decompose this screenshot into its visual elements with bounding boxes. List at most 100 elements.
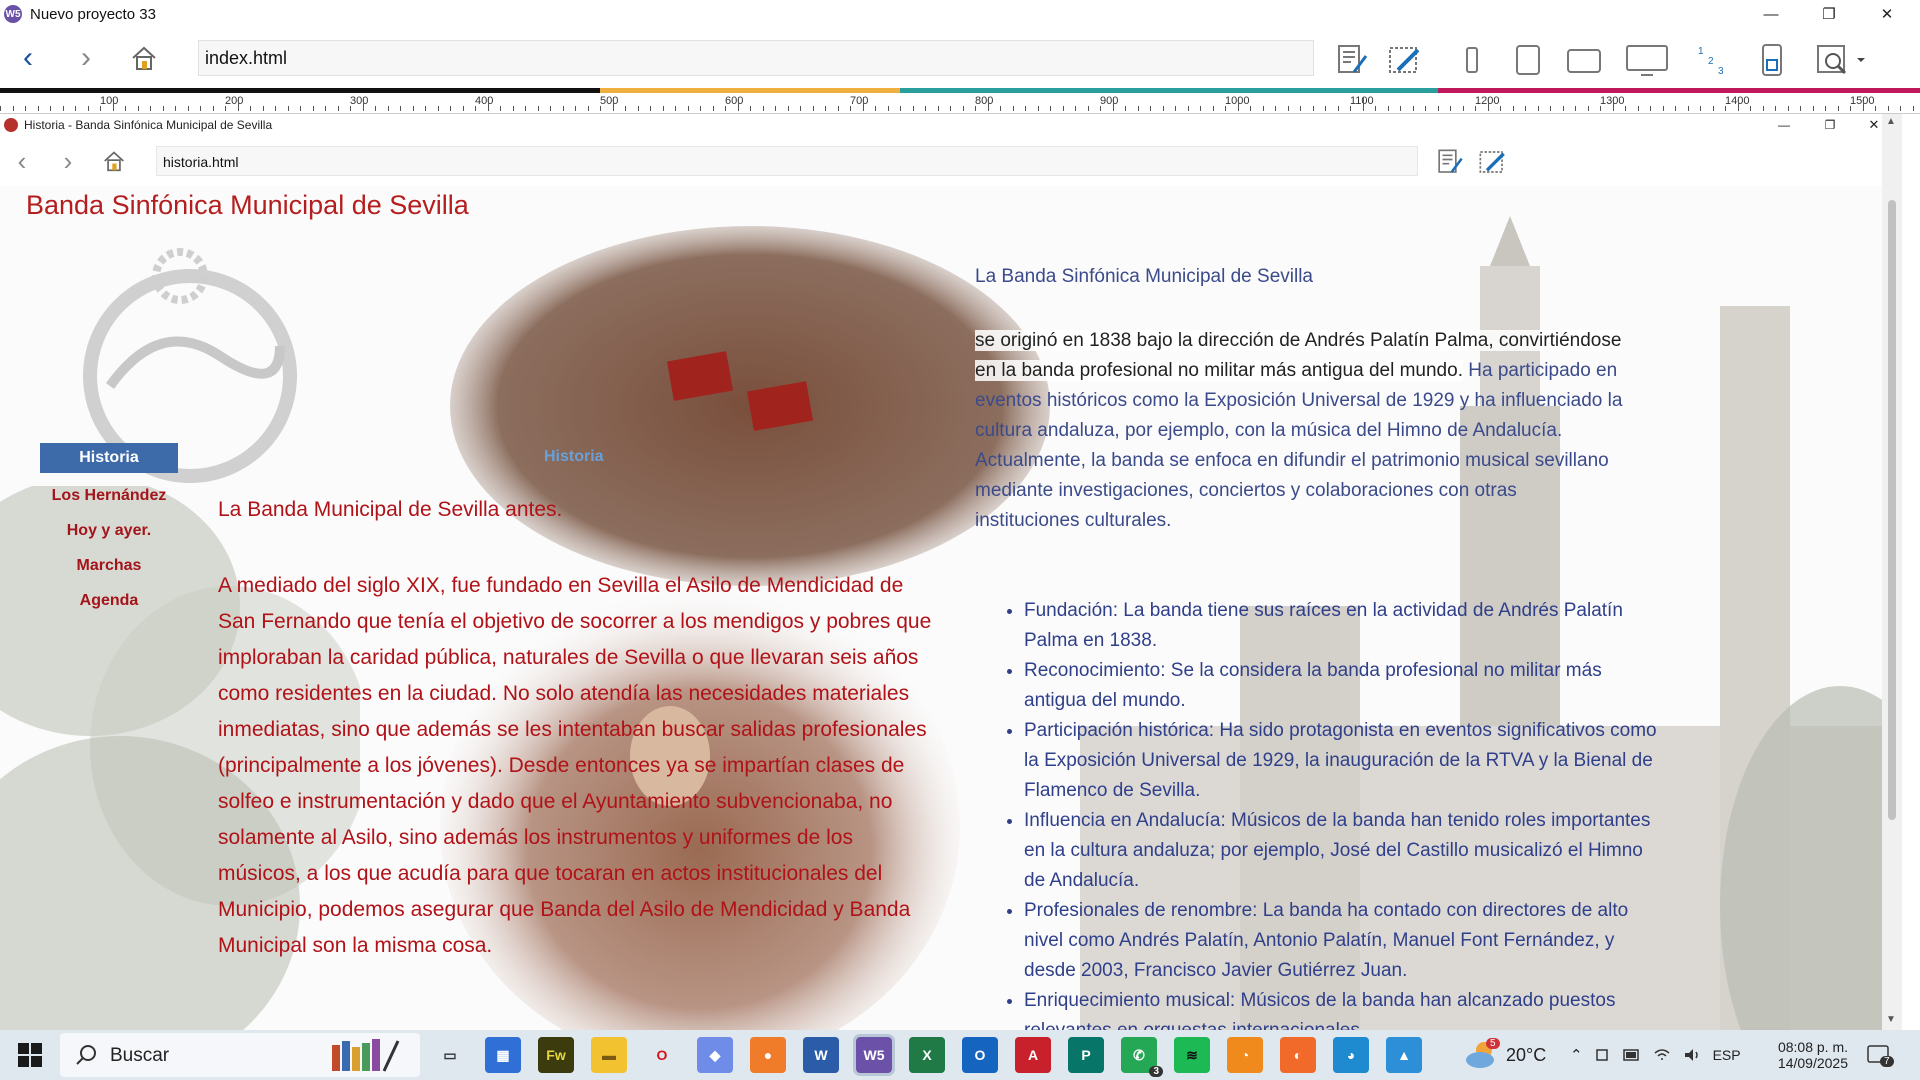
ruler-tick	[287, 106, 289, 111]
design-edit-icon[interactable]	[1384, 40, 1424, 80]
ruler-tick	[1400, 106, 1401, 111]
spotify-taskbar-icon[interactable]: ≋	[1174, 1037, 1210, 1073]
ruler-tick	[875, 106, 876, 111]
left-paragraph: A mediado del siglo XIX, fue fundado en …	[218, 574, 932, 957]
menu-item-historia[interactable]: Historia	[40, 443, 178, 473]
qr-code-icon[interactable]	[1752, 40, 1792, 80]
menu-item-los-hernandez[interactable]: Los Hernández	[40, 478, 178, 513]
word-taskbar-icon[interactable]: W	[803, 1037, 839, 1073]
language-indicator[interactable]: ESP	[1713, 1047, 1741, 1063]
inner-home-button[interactable]	[96, 143, 132, 179]
maximize-button[interactable]: ❐	[1800, 0, 1858, 28]
clock[interactable]: 08:08 p. m. 14/09/2025	[1768, 1030, 1848, 1080]
ruler-tick	[1225, 106, 1226, 111]
ruler-tick	[1450, 106, 1451, 111]
scroll-down-icon[interactable]: ▼	[1886, 1014, 1896, 1025]
ruler-tick	[1525, 106, 1526, 111]
edit-source-icon[interactable]	[1332, 40, 1372, 80]
ruler-tick	[1300, 106, 1301, 111]
ruler-tick	[87, 106, 89, 111]
tablet-landscape-icon[interactable]	[1564, 40, 1604, 80]
tablet-view-icon[interactable]	[1508, 40, 1548, 80]
explorer-taskbar-icon[interactable]: ▬	[591, 1037, 627, 1073]
start-button[interactable]	[10, 1038, 50, 1072]
window-title: Nuevo proyecto 33	[30, 5, 156, 23]
ruler-tick	[412, 106, 414, 111]
paint-taskbar-icon[interactable]: ▲	[1386, 1037, 1422, 1073]
desktop-view-icon[interactable]	[1624, 40, 1670, 80]
wifi-icon[interactable]	[1653, 1047, 1671, 1063]
clock-taskbar-icon[interactable]: ◔	[1227, 1037, 1263, 1073]
ruler-tick	[700, 106, 701, 111]
close-button[interactable]: ✕	[1858, 0, 1916, 28]
ruler-tick	[1275, 106, 1276, 111]
inner-forward-button[interactable]: ›	[50, 143, 86, 179]
ruler-tick	[862, 97, 864, 111]
meet-icon[interactable]	[1595, 1047, 1611, 1063]
inner-address-input[interactable]: historia.html	[156, 146, 1418, 176]
whatsapp-taskbar-icon[interactable]: ✆ 3	[1121, 1037, 1163, 1077]
ruler-tick	[650, 106, 651, 111]
volume-icon[interactable]	[1683, 1047, 1701, 1063]
home-button[interactable]	[126, 40, 162, 76]
weather-widget[interactable]: 5 20°C	[1464, 1030, 1546, 1080]
notifications-button[interactable]: 7	[1866, 1030, 1894, 1080]
w5-taskbar-icon[interactable]: W5	[853, 1034, 895, 1076]
menu-item-hoy-y-ayer[interactable]: Hoy y ayer.	[40, 513, 178, 548]
ruler-tick	[1062, 106, 1064, 111]
ruler-label: 500	[600, 95, 619, 107]
site-menu: Historia Los Hernández Hoy y ayer. March…	[40, 443, 178, 618]
forward-button[interactable]: ›	[68, 40, 104, 76]
back-button[interactable]: ‹	[10, 40, 46, 76]
ruler-tick	[1800, 106, 1801, 111]
ruler-tick	[200, 106, 201, 111]
home-icon	[132, 46, 156, 70]
ruler-tick	[1600, 106, 1601, 111]
scroll-up-icon[interactable]: ▲	[1886, 116, 1896, 127]
chevron-up-icon[interactable]: ⌃	[1570, 1046, 1583, 1064]
notification-badge: 7	[1880, 1056, 1894, 1067]
ruler-tick	[25, 106, 26, 111]
menu-item-agenda[interactable]: Agenda	[40, 583, 178, 618]
phone-view-icon[interactable]	[1452, 40, 1492, 80]
battery-icon[interactable]	[1622, 1049, 1641, 1061]
excel-taskbar-icon[interactable]: X	[909, 1037, 945, 1073]
copilot-taskbar-icon[interactable]: ◆	[697, 1037, 733, 1073]
vertical-scrollbar[interactable]: ▲ ▼	[1882, 114, 1902, 1030]
taskbar-search[interactable]: Buscar	[60, 1033, 420, 1077]
ruler-tick	[1350, 106, 1351, 111]
ruler-tick	[1587, 106, 1589, 111]
main-toolbar: ‹ › index.html 123	[0, 28, 1920, 90]
inner-back-button[interactable]: ‹	[4, 143, 40, 179]
ruler-tick	[75, 106, 76, 111]
ruler-tick	[1150, 106, 1151, 111]
ruler-tick	[0, 106, 1, 111]
firefox-taskbar-icon[interactable]: ●	[750, 1037, 786, 1073]
scroll-thumb[interactable]	[1888, 200, 1896, 820]
ruler-tick	[1537, 106, 1539, 111]
ruler-tick	[1112, 97, 1114, 111]
opera-taskbar-icon[interactable]: O	[644, 1037, 680, 1073]
address-input[interactable]: index.html	[198, 40, 1314, 76]
inner-design-edit-icon[interactable]	[1472, 142, 1512, 182]
preview-zoom-icon[interactable]	[1814, 40, 1868, 80]
ruler-tick	[1012, 106, 1014, 111]
minimize-button[interactable]: —	[1742, 0, 1800, 28]
inner-edit-source-icon[interactable]	[1430, 142, 1470, 182]
ruler-tick	[737, 97, 739, 111]
edge-taskbar-icon[interactable]: ◕	[1333, 1037, 1369, 1073]
store-taskbar-icon[interactable]: ▦	[485, 1037, 521, 1073]
outlook-taskbar-icon[interactable]: O	[962, 1037, 998, 1073]
acrobat-taskbar-icon[interactable]: A	[1015, 1037, 1051, 1073]
task-view-taskbar-icon[interactable]: ▭	[432, 1037, 468, 1073]
clock-time: 08:08 p. m.	[1777, 1039, 1848, 1055]
ruler-tick	[612, 97, 614, 111]
historia-link[interactable]: Historia	[544, 448, 604, 466]
ruler-tick	[1737, 97, 1739, 111]
menu-item-marchas[interactable]: Marchas	[40, 548, 178, 583]
ruler-tick	[1050, 106, 1051, 111]
fireworks-taskbar-icon[interactable]: Fw	[538, 1037, 574, 1073]
publisher-taskbar-icon[interactable]: P	[1068, 1037, 1104, 1073]
app-orange-taskbar-icon[interactable]: ◐	[1280, 1037, 1316, 1073]
numbering-icon[interactable]: 123	[1694, 40, 1734, 80]
